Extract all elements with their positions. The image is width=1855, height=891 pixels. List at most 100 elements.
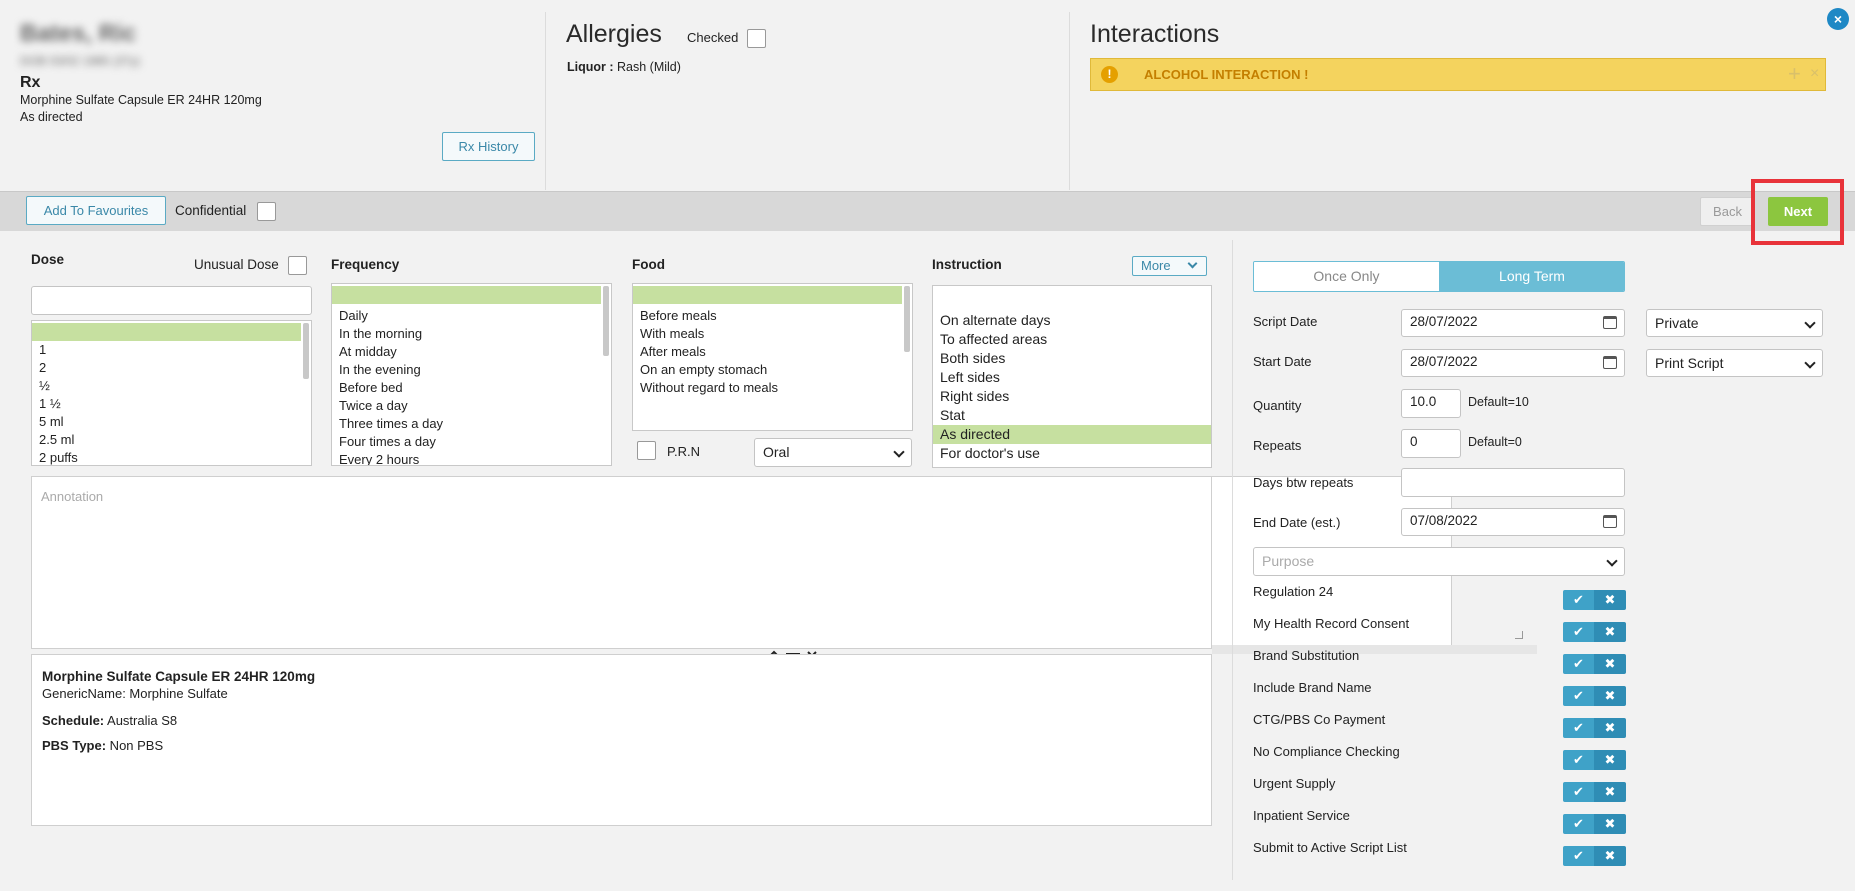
list-item[interactable]: As directed [933,425,1211,444]
cross-icon[interactable]: ✖ [1594,846,1626,866]
repeats-input[interactable]: 0 [1401,429,1461,458]
dose-list[interactable]: 12½1 ½5 ml 2.5 ml 2 puffs [31,320,312,466]
cross-icon[interactable]: ✖ [1594,654,1626,674]
toggle-switch[interactable]: ✔ ✖ [1563,654,1626,674]
close-icon[interactable]: × [1827,8,1849,30]
cross-icon[interactable]: ✖ [1594,750,1626,770]
list-item[interactable]: 2.5 ml [32,431,301,449]
list-item[interactable]: On an empty stomach [633,361,902,379]
print-option-select[interactable]: Print Script [1646,349,1823,377]
food-scrollbar[interactable] [904,286,910,428]
list-item[interactable]: Daily [332,307,601,325]
list-item[interactable] [332,286,601,304]
list-item[interactable]: Before bed [332,379,601,397]
list-item[interactable]: Without regard to meals [633,379,902,397]
check-icon[interactable]: ✔ [1563,686,1594,706]
start-date-input[interactable]: 28/07/2022 [1401,349,1625,377]
frequency-list[interactable]: Daily In the morning At midday In the eveni… [331,283,612,466]
resize-handle-icon[interactable] [1515,631,1523,639]
list-item[interactable]: In the evening [332,361,601,379]
list-item[interactable]: To affected areas [933,330,1211,349]
list-item[interactable]: Every 2 hours [332,451,601,465]
cross-icon[interactable]: ✖ [1594,814,1626,834]
check-icon[interactable]: ✔ [1563,590,1594,610]
add-icon[interactable]: + [1788,61,1801,87]
rx-history-button[interactable]: Rx History [442,132,535,161]
annotation-input[interactable]: Annotation [31,476,1212,649]
unusual-dose-checkbox[interactable] [288,256,307,275]
toggle-switch[interactable]: ✔ ✖ [1563,622,1626,642]
list-item[interactable]: Three times a day [332,415,601,433]
long-term-tab[interactable]: Long Term [1439,262,1624,291]
days-between-repeats-input[interactable] [1401,468,1625,497]
back-button[interactable]: Back [1700,197,1755,226]
list-item[interactable]: ½ [32,377,301,395]
cross-icon[interactable]: ✖ [1594,782,1626,802]
toggle-switch[interactable]: ✔ ✖ [1563,814,1626,834]
add-to-favourites-button[interactable]: Add To Favourites [26,196,166,225]
list-item[interactable]: 5 ml [32,413,301,431]
list-item[interactable]: At midday [332,343,601,361]
route-select[interactable]: Oral [754,438,912,467]
list-item[interactable]: With meals [633,325,902,343]
more-button[interactable]: More [1132,256,1207,276]
toggle-switch[interactable]: ✔ ✖ [1563,718,1626,738]
script-date-input[interactable]: 28/07/2022 [1401,309,1625,337]
check-icon[interactable]: ✔ [1563,782,1594,802]
food-list[interactable]: Before meals With meals After meals On an e… [632,283,913,431]
list-item[interactable]: Stat [933,406,1211,425]
list-item[interactable] [32,323,301,341]
purpose-select[interactable]: Purpose [1253,547,1625,576]
calendar-icon[interactable] [1603,356,1617,369]
check-icon[interactable]: ✔ [1563,750,1594,770]
calendar-icon[interactable] [1603,515,1617,528]
toggle-switch[interactable]: ✔ ✖ [1563,782,1626,802]
cross-icon[interactable]: ✖ [1594,686,1626,706]
allergies-checked-checkbox[interactable] [747,29,766,48]
check-icon[interactable]: ✔ [1563,814,1594,834]
check-icon[interactable]: ✔ [1563,846,1594,866]
toggle-switch[interactable]: ✔ ✖ [1563,686,1626,706]
confidential-checkbox[interactable] [257,202,276,221]
next-button[interactable]: Next [1768,197,1828,226]
check-icon[interactable]: ✔ [1563,622,1594,642]
check-icon[interactable]: ✔ [1563,654,1594,674]
cross-icon[interactable]: ✖ [1594,622,1626,642]
instruction-list[interactable]: On alternate days To affected areas Both s… [932,285,1212,468]
toggle-switch[interactable]: ✔ ✖ [1563,846,1626,866]
dose-scrollbar[interactable] [303,323,309,463]
list-item[interactable]: 2 puffs [32,449,301,465]
payment-type-select[interactable]: Private [1646,309,1823,337]
drug-info-generic: GenericName: Morphine Sulfate [42,686,228,701]
list-item[interactable]: On alternate days [933,311,1211,330]
toggle-switch[interactable]: ✔ ✖ [1563,750,1626,770]
chevron-down-icon [1804,357,1816,369]
toggle-switch[interactable]: ✔ ✖ [1563,590,1626,610]
dismiss-icon[interactable]: × [1810,65,1819,83]
splitter-grip-icon[interactable] [768,646,818,658]
once-only-tab[interactable]: Once Only [1254,262,1439,291]
list-item[interactable]: Left sides [933,368,1211,387]
list-item[interactable] [633,286,902,304]
list-item[interactable]: Right sides [933,387,1211,406]
list-item[interactable]: 1 ½ [32,395,301,413]
list-item[interactable]: Twice a day [332,397,601,415]
cross-icon[interactable]: ✖ [1594,718,1626,738]
calendar-icon[interactable] [1603,316,1617,329]
prn-checkbox[interactable] [637,441,656,460]
list-item[interactable]: 2 [32,359,301,377]
cross-icon[interactable]: ✖ [1594,590,1626,610]
end-date-input[interactable]: 07/08/2022 [1401,508,1625,536]
check-icon[interactable]: ✔ [1563,718,1594,738]
list-item[interactable]: In the morning [332,325,601,343]
list-item[interactable]: For doctor's use [933,444,1211,463]
list-item[interactable]: Before meals [633,307,902,325]
dose-input[interactable] [31,286,312,315]
list-item[interactable]: Both sides [933,349,1211,368]
quantity-input[interactable]: 10.0 [1401,389,1461,418]
list-item[interactable]: 1 [32,341,301,359]
list-item[interactable] [933,288,1211,307]
frequency-scrollbar[interactable] [603,286,609,463]
list-item[interactable]: After meals [633,343,902,361]
list-item[interactable]: Four times a day [332,433,601,451]
